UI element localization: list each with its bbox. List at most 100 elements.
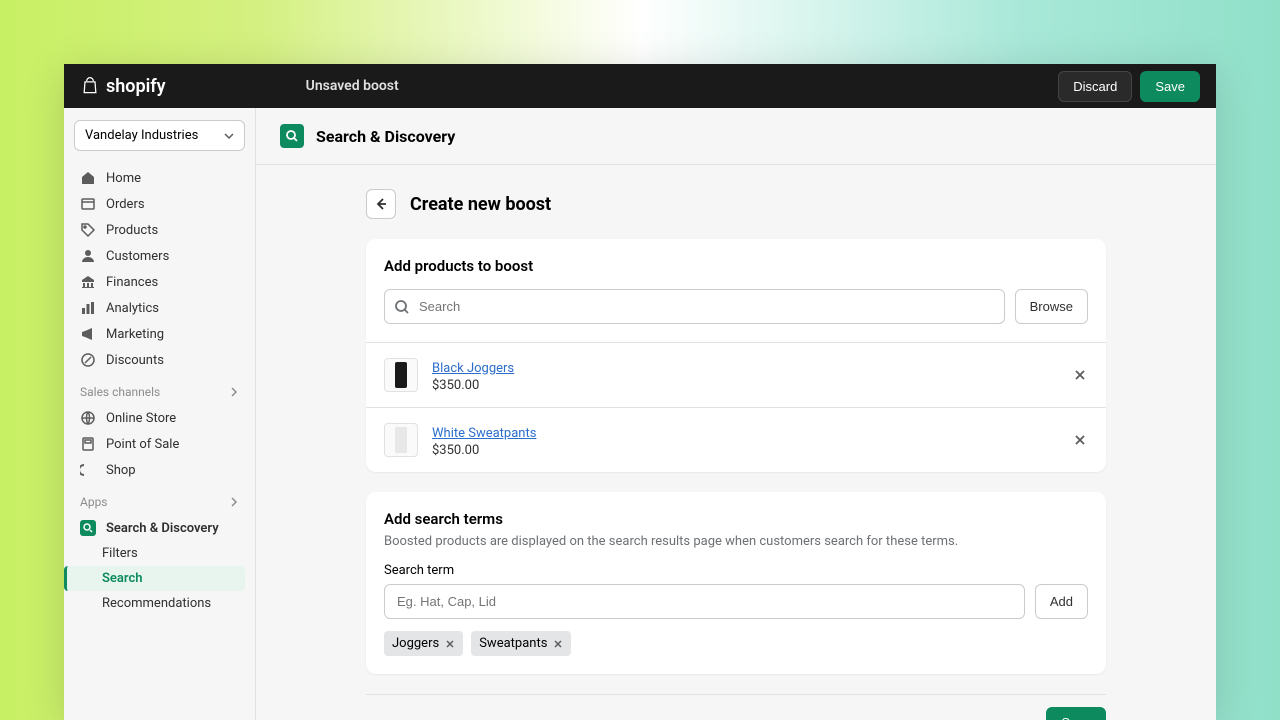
marketing-icon — [80, 326, 96, 342]
home-icon — [80, 170, 96, 186]
sidebar-item-products[interactable]: Products — [74, 217, 245, 243]
page-title-row: Create new boost — [366, 189, 1106, 219]
footer-actions: Save — [366, 694, 1106, 720]
content: Search & Discovery Create new boost Add … — [256, 108, 1216, 720]
product-thumbnail — [384, 423, 418, 457]
shopify-bag-icon — [80, 75, 100, 97]
products-card-title: Add products to boost — [384, 257, 1088, 275]
app-header-title: Search & Discovery — [316, 127, 455, 146]
terms-card: Add search terms Boosted products are di… — [366, 492, 1106, 674]
search-term-label: Search term — [384, 563, 1088, 578]
product-link[interactable]: Black Joggers — [432, 361, 514, 376]
browse-button[interactable]: Browse — [1015, 289, 1088, 324]
tag-label: Sweatpants — [479, 636, 547, 651]
search-row: Browse — [384, 289, 1088, 324]
nav-label: Search & Discovery — [106, 521, 219, 536]
shop-icon — [80, 462, 96, 478]
add-term-button[interactable]: Add — [1035, 584, 1088, 619]
sidebar-sub-recommendations[interactable]: Recommendations — [74, 591, 245, 616]
save-button[interactable]: Save — [1140, 71, 1200, 102]
product-price: $350.00 — [432, 378, 1058, 393]
orders-icon — [80, 196, 96, 212]
sidebar-item-orders[interactable]: Orders — [74, 191, 245, 217]
main-layout: Vandelay Industries Home Orders Products… — [64, 108, 1216, 720]
nav-label: Customers — [106, 249, 169, 264]
apps-header[interactable]: Apps — [74, 483, 245, 515]
product-link[interactable]: White Sweatpants — [432, 426, 536, 441]
sidebar-item-customers[interactable]: Customers — [74, 243, 245, 269]
footer-save-button[interactable]: Save — [1046, 707, 1106, 720]
sidebar-item-finances[interactable]: Finances — [74, 269, 245, 295]
nav-label: Products — [106, 223, 158, 238]
product-item: White Sweatpants $350.00 — [366, 407, 1106, 472]
sidebar-item-discounts[interactable]: Discounts — [74, 347, 245, 373]
sidebar-item-search-discovery[interactable]: Search & Discovery — [74, 515, 245, 541]
store-icon — [80, 410, 96, 426]
search-term-input[interactable] — [384, 584, 1025, 619]
terms-card-title: Add search terms — [384, 510, 1088, 528]
sidebar-item-pos[interactable]: Point of Sale — [74, 431, 245, 457]
chevron-right-icon — [229, 497, 239, 507]
store-name: Vandelay Industries — [85, 128, 198, 143]
page: Create new boost Add products to boost B… — [306, 165, 1166, 720]
nav-label: Shop — [106, 463, 136, 478]
app-icon — [80, 520, 96, 536]
nav-label: Point of Sale — [106, 437, 179, 452]
nav-label: Home — [106, 171, 141, 186]
product-thumbnail — [384, 358, 418, 392]
topbar: shopify Unsaved boost Discard Save — [64, 64, 1216, 108]
chevron-right-icon — [229, 387, 239, 397]
finances-icon — [80, 274, 96, 290]
shopify-logo: shopify — [80, 75, 166, 97]
store-selector[interactable]: Vandelay Industries — [74, 120, 245, 151]
search-icon — [83, 523, 93, 533]
tag: Sweatpants — [471, 631, 571, 656]
app-frame: shopify Unsaved boost Discard Save Vande… — [64, 64, 1216, 720]
brand-text: shopify — [106, 76, 166, 97]
page-title: Create new boost — [410, 194, 551, 215]
search-input-wrap — [384, 289, 1005, 324]
app-header: Search & Discovery — [256, 108, 1216, 165]
topbar-title: Unsaved boost — [306, 78, 399, 94]
search-icon — [394, 299, 410, 315]
sidebar: Vandelay Industries Home Orders Products… — [64, 108, 256, 720]
nav-label: Analytics — [106, 301, 159, 316]
tags-container: Joggers Sweatpants — [384, 631, 1088, 656]
product-price: $350.00 — [432, 443, 1058, 458]
nav-label: Discounts — [106, 353, 164, 368]
tag: Joggers — [384, 631, 463, 656]
nav-label: Online Store — [106, 411, 176, 426]
nav-label: Finances — [106, 275, 158, 290]
topbar-actions: Discard Save — [1058, 71, 1200, 102]
discard-button[interactable]: Discard — [1058, 71, 1132, 102]
sidebar-item-analytics[interactable]: Analytics — [74, 295, 245, 321]
sidebar-item-online-store[interactable]: Online Store — [74, 405, 245, 431]
arrow-left-icon — [374, 197, 388, 211]
terms-card-subtitle: Boosted products are displayed on the se… — [384, 534, 1088, 549]
analytics-icon — [80, 300, 96, 316]
remove-product-button[interactable] — [1072, 432, 1088, 448]
search-icon — [285, 129, 299, 143]
products-icon — [80, 222, 96, 238]
tag-label: Joggers — [392, 636, 439, 651]
back-button[interactable] — [366, 189, 396, 219]
product-item: Black Joggers $350.00 — [366, 342, 1106, 407]
sales-channels-header[interactable]: Sales channels — [74, 373, 245, 405]
sidebar-item-shop[interactable]: Shop — [74, 457, 245, 483]
discounts-icon — [80, 352, 96, 368]
nav-label: Orders — [106, 197, 145, 212]
remove-product-button[interactable] — [1072, 367, 1088, 383]
sidebar-item-marketing[interactable]: Marketing — [74, 321, 245, 347]
customers-icon — [80, 248, 96, 264]
pos-icon — [80, 436, 96, 452]
chevron-down-icon — [224, 131, 234, 141]
app-header-icon — [280, 124, 304, 148]
sidebar-sub-filters[interactable]: Filters — [74, 541, 245, 566]
sidebar-sub-search[interactable]: Search — [64, 566, 245, 591]
remove-tag-button[interactable] — [445, 639, 455, 649]
sidebar-item-home[interactable]: Home — [74, 165, 245, 191]
products-card: Add products to boost Browse Black — [366, 239, 1106, 472]
remove-tag-button[interactable] — [553, 639, 563, 649]
nav-label: Marketing — [106, 327, 164, 342]
product-search-input[interactable] — [384, 289, 1005, 324]
